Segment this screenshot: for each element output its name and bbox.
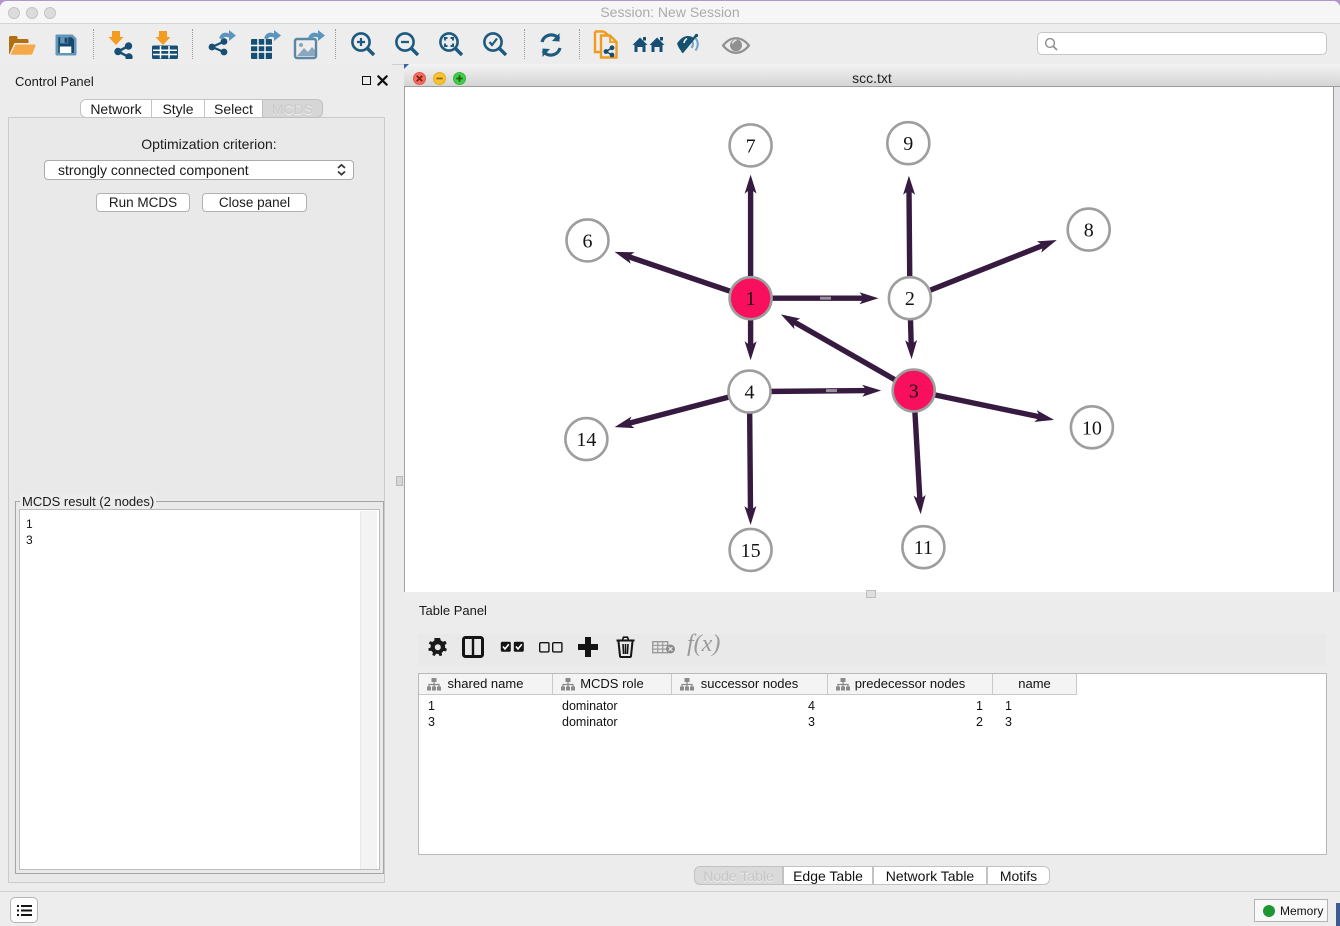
- svg-text:15: 15: [741, 540, 761, 562]
- svg-text:4: 4: [745, 382, 755, 404]
- svg-text:11: 11: [914, 537, 933, 559]
- svg-text:8: 8: [1084, 220, 1094, 242]
- svg-text:9: 9: [903, 133, 913, 155]
- svg-text:6: 6: [583, 230, 593, 252]
- svg-text:2: 2: [905, 288, 915, 310]
- svg-text:10: 10: [1082, 417, 1102, 439]
- svg-text:3: 3: [909, 381, 919, 403]
- svg-text:7: 7: [746, 135, 756, 157]
- svg-text:14: 14: [576, 429, 596, 451]
- svg-text:1: 1: [746, 288, 756, 310]
